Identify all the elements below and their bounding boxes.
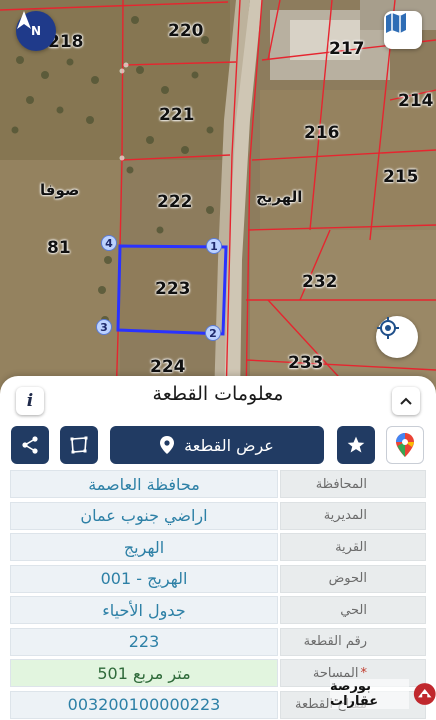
detail-row-village: الهريج القرية: [10, 533, 426, 561]
chevron-up-icon: [400, 397, 412, 405]
parcel-info-panel: i معلومات القطعة عرض القطعة محافظة العاص…: [0, 376, 436, 720]
row-value: الهريج - 001: [10, 564, 278, 593]
locate-me-button[interactable]: [376, 316, 418, 358]
action-toolbar: عرض القطعة: [0, 426, 436, 464]
map-view[interactable]: 218 220 217 214 221 216 215 222 81 223 2…: [0, 0, 436, 400]
favorite-button[interactable]: [337, 426, 375, 464]
detail-row-governorate: محافظة العاصمة المحافظة: [10, 470, 426, 498]
row-value: محافظة العاصمة: [10, 470, 278, 498]
share-icon: [22, 436, 38, 454]
parcel-label[interactable]: 214: [398, 93, 434, 110]
satellite-imagery: [0, 0, 436, 400]
polygon-icon: [70, 436, 88, 454]
location-pin-icon: [160, 436, 175, 454]
collapse-button[interactable]: [392, 387, 420, 415]
draw-polygon-button[interactable]: [60, 426, 98, 464]
parcel-label[interactable]: 221: [159, 107, 195, 124]
parcel-label[interactable]: 216: [304, 125, 340, 142]
detail-row-neighborhood: جدول الأحياء الحي: [10, 596, 426, 624]
panel-header: i معلومات القطعة: [0, 376, 436, 420]
parcel-label[interactable]: 222: [157, 194, 193, 211]
watermark-text: بورصة عقارات: [330, 679, 409, 709]
parcel-label[interactable]: 215: [383, 169, 419, 186]
show-parcel-label: عرض القطعة: [184, 435, 274, 455]
google-maps-button[interactable]: [386, 426, 424, 464]
detail-row-parcel-number: 223 رقم القطعة: [10, 627, 426, 656]
row-key: المحافظة: [280, 470, 426, 498]
row-key: الحي: [280, 596, 426, 624]
detail-row-basin: الهريج - 001 الحوض: [10, 564, 426, 593]
show-parcel-button[interactable]: عرض القطعة: [110, 426, 324, 464]
info-button[interactable]: i: [16, 387, 44, 415]
compass-north-label: N: [30, 24, 42, 38]
corner-marker-1: 1: [206, 238, 222, 254]
row-value: جدول الأحياء: [10, 596, 278, 624]
parcel-label[interactable]: 81: [47, 240, 71, 257]
row-value: 223: [10, 627, 278, 656]
row-key: الحوض: [280, 564, 426, 593]
parcel-label[interactable]: 217: [329, 41, 365, 58]
row-value: الهريج: [10, 533, 278, 561]
corner-marker-4: 4: [101, 235, 117, 251]
panel-title: معلومات القطعة: [152, 383, 284, 405]
row-key: القرية: [280, 533, 426, 561]
compass-button[interactable]: N: [16, 11, 56, 51]
parcel-label[interactable]: 233: [288, 355, 324, 372]
parcel-label[interactable]: 232: [302, 274, 338, 291]
row-value: 501 متر مربع: [10, 659, 278, 687]
info-icon: i: [26, 391, 34, 411]
village-label: الهريج: [256, 188, 303, 206]
corner-marker-3: 3: [96, 319, 112, 335]
area-label: صوفا: [40, 181, 80, 199]
corner-marker-2: 2: [205, 325, 221, 341]
watermark-logo-icon: [413, 683, 436, 705]
share-button[interactable]: [11, 426, 49, 464]
star-icon: [347, 436, 365, 453]
locate-icon: [377, 317, 399, 339]
map-type-icon: [386, 13, 406, 33]
row-key: المديرية: [280, 501, 426, 530]
compass-icon: [17, 11, 31, 29]
google-maps-icon: [396, 433, 414, 457]
parcel-label[interactable]: 224: [150, 359, 186, 376]
row-value: اراضي جنوب عمان: [10, 501, 278, 530]
row-value: 003200100000223: [10, 690, 278, 719]
row-key: رقم القطعة: [280, 627, 426, 656]
detail-row-directorate: اراضي جنوب عمان المديرية: [10, 501, 426, 530]
parcel-label-selected[interactable]: 223: [155, 281, 191, 298]
map-type-button[interactable]: [384, 11, 422, 49]
watermark: بورصة عقارات: [330, 672, 436, 716]
parcel-label[interactable]: 220: [168, 23, 204, 40]
